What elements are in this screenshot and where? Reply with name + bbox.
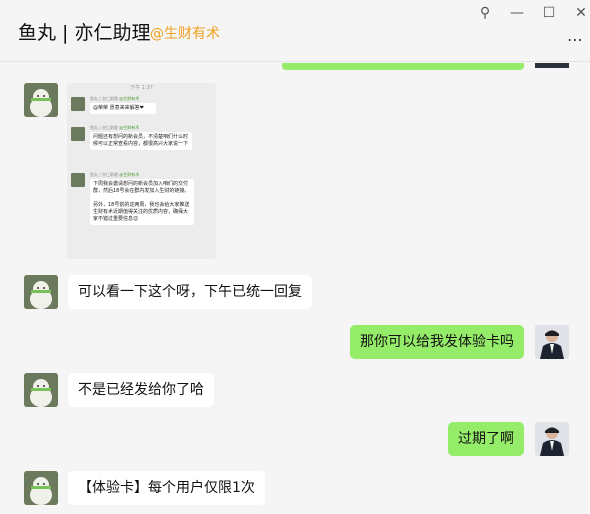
screenshot-sender-name: 鱼丸 | 亦仁助理 @生财有术: [90, 172, 140, 177]
more-options-icon[interactable]: ⋯: [567, 30, 584, 49]
screenshot-avatar: [71, 173, 85, 187]
avatar-yuwan[interactable]: [24, 275, 58, 309]
previous-message-bubble: [282, 63, 524, 70]
title-bar: 鱼丸 | 亦仁助理 @生财有术 ⚲ — ☐ ✕ ⋯: [0, 0, 590, 62]
screenshot-avatar: [71, 127, 85, 141]
chat-window: 鱼丸 | 亦仁助理 @生财有术 ⚲ — ☐ ✕ ⋯ 下午 1:37 鱼丸 | 亦…: [0, 0, 590, 514]
avatar-yuwan[interactable]: [24, 83, 58, 117]
maximize-icon[interactable]: ☐: [540, 4, 558, 22]
screenshot-sender-name: 鱼丸 | 亦仁助理 @生财有术: [90, 96, 140, 101]
screenshot-message-para: 另外，18号前的这两周，我也会给大家推送生财有术近期值得关注的优质内容，确保大家…: [93, 202, 190, 222]
pin-icon[interactable]: ⚲: [476, 4, 494, 22]
message-bubble[interactable]: 可以看一下这个呀，下午已统一回复: [68, 275, 312, 309]
screenshot-message-para: 下周我会邀请想问的新会员加入咱们的交付群，然后18号会在群内发加入生财的链接。: [93, 181, 190, 194]
screenshot-avatar: [71, 97, 85, 111]
avatar-yuwan[interactable]: [24, 471, 58, 505]
message-bubble[interactable]: 【体验卡】每个用户仅限1次: [68, 471, 265, 505]
message-bubble[interactable]: 那你可以给我发体验卡吗: [350, 325, 524, 359]
chat-title: 鱼丸 | 亦仁助理: [18, 22, 151, 44]
chat-subtitle-tag: @生财有术: [150, 26, 220, 42]
avatar-me[interactable]: [535, 325, 569, 359]
avatar-yuwan[interactable]: [24, 373, 58, 407]
message-bubble[interactable]: 不是已经发给你了哈: [68, 373, 214, 407]
screenshot-message: 下周我会邀请想问的新会员加入咱们的交付群，然后18号会在群内发加入生财的链接。 …: [90, 179, 194, 225]
previous-message-avatar: [535, 63, 569, 68]
screenshot-message: @荣荣 愿意来来解答❤: [90, 103, 156, 114]
screenshot-timestamp: 下午 1:37: [130, 85, 153, 91]
screenshot-message: 问题还有想问的新会员，不清楚咱们什么时候可以正常查看内容，都很高兴大家说一下: [90, 132, 192, 150]
close-icon[interactable]: ✕: [572, 4, 590, 22]
screenshot-sender-name: 鱼丸 | 亦仁助理 @生财有术: [90, 125, 140, 130]
message-bubble[interactable]: 过期了啊: [448, 422, 524, 456]
message-list[interactable]: 下午 1:37 鱼丸 | 亦仁助理 @生财有术 @荣荣 愿意来来解答❤ 鱼丸 |…: [0, 63, 590, 514]
avatar-me[interactable]: [535, 422, 569, 456]
chat-screenshot-image[interactable]: 下午 1:37 鱼丸 | 亦仁助理 @生财有术 @荣荣 愿意来来解答❤ 鱼丸 |…: [67, 83, 216, 259]
minimize-icon[interactable]: —: [508, 4, 526, 22]
